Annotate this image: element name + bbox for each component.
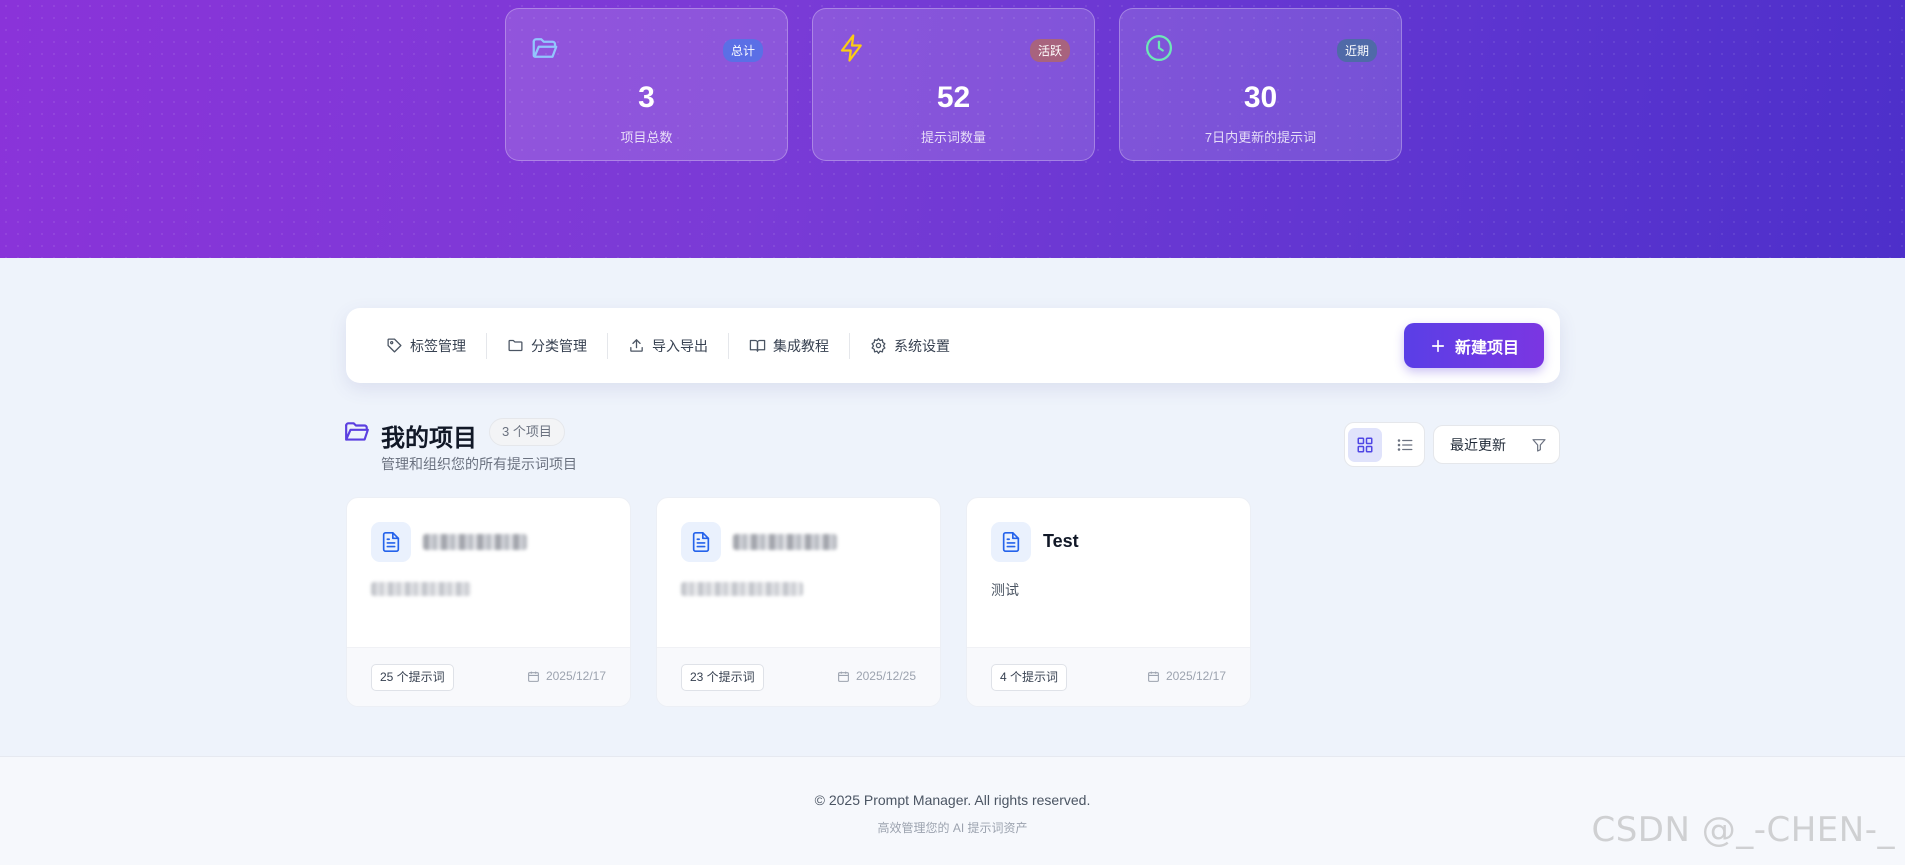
calendar-icon <box>838 671 849 682</box>
stat-badge: 近期 <box>1336 39 1377 62</box>
new-project-label: 新建项目 <box>1454 339 1519 357</box>
calendar-icon <box>528 671 539 682</box>
toolbar-item-label: 系统设置 <box>894 337 950 354</box>
prompt-count-tag: 4 个提示词 <box>991 664 1068 691</box>
footer-copyright: © 2025 Prompt Manager. All rights reserv… <box>814 792 1091 808</box>
folder-open-icon <box>532 38 558 58</box>
watermark: CSDN @_-CHEN-_ <box>1591 810 1895 850</box>
gear-icon <box>871 337 886 354</box>
hero-banner: 总计 3 项目总数 活跃 52 提示词数量 近期 30 7日内更新的提示词 <box>0 0 1905 258</box>
document-icon <box>991 522 1031 562</box>
stat-value: 52 <box>936 81 971 114</box>
upload-icon <box>630 339 643 352</box>
list-icon <box>1397 438 1412 451</box>
toolbar-item-tags[interactable]: 标签管理 <box>366 333 486 359</box>
document-icon <box>681 522 721 562</box>
folder-open-icon <box>345 422 369 441</box>
card-description-redacted <box>681 582 803 596</box>
calendar-icon <box>1148 671 1159 682</box>
card-date: 2025/12/25 <box>837 669 916 683</box>
stat-label: 提示词数量 <box>920 130 986 145</box>
stat-badge: 活跃 <box>1029 39 1070 62</box>
filter-icon <box>1532 438 1546 452</box>
stat-card-recent: 近期 30 7日内更新的提示词 <box>1119 8 1402 161</box>
toolbar-item-label: 分类管理 <box>531 337 587 354</box>
prompt-count-tag: 23 个提示词 <box>681 664 764 691</box>
stat-label: 7日内更新的提示词 <box>1204 130 1317 145</box>
toolbar-item-settings[interactable]: 系统设置 <box>849 332 970 359</box>
card-footer: 25 个提示词 2025/12/17 <box>347 647 630 706</box>
card-title-redacted <box>733 534 837 550</box>
plus-icon <box>1431 339 1445 352</box>
new-project-button[interactable]: 新建项目 <box>1404 323 1544 368</box>
toolbar-item-tutorial[interactable]: 集成教程 <box>728 332 849 359</box>
stat-card-prompts: 活跃 52 提示词数量 <box>812 8 1095 161</box>
stats-row: 总计 3 项目总数 活跃 52 提示词数量 近期 30 7日内更新的提示词 <box>505 8 1402 161</box>
folder-icon <box>508 339 523 352</box>
project-grid: 25 个提示词 2025/12/17 23 个提示词 2025/12/25 Te… <box>346 497 1251 707</box>
prompt-count-tag: 25 个提示词 <box>371 664 454 691</box>
card-description: 测试 <box>991 582 1019 598</box>
stat-label: 项目总数 <box>620 130 673 145</box>
card-date-value: 2025/12/17 <box>545 669 606 683</box>
card-date-value: 2025/12/17 <box>1165 669 1226 683</box>
stat-badge: 总计 <box>722 39 763 62</box>
document-icon <box>371 522 411 562</box>
project-card[interactable]: 23 个提示词 2025/12/25 <box>656 497 941 707</box>
project-card[interactable]: Test 测试 4 个提示词 2025/12/17 <box>966 497 1251 707</box>
project-count-badge: 3 个项目 <box>489 418 565 446</box>
stat-value: 3 <box>638 81 655 114</box>
toolbar-item-import-export[interactable]: 导入导出 <box>607 332 728 359</box>
sort-select[interactable]: 最近更新 <box>1433 425 1560 464</box>
page-subtitle: 管理和组织您的所有提示词项目 <box>381 456 577 472</box>
grid-icon <box>1357 437 1372 452</box>
clock-icon <box>1146 35 1172 61</box>
book-icon <box>749 339 766 352</box>
toolbar-item-label: 导入导出 <box>652 337 708 354</box>
tag-icon <box>387 338 402 353</box>
toolbar-items: 标签管理 分类管理 导入导出 集成教程 系统设置 <box>366 308 970 383</box>
stat-value: 30 <box>1243 81 1278 114</box>
grid-view-button[interactable] <box>1347 427 1382 462</box>
card-date-value: 2025/12/25 <box>855 669 916 683</box>
sort-value: 最近更新 <box>1450 436 1506 453</box>
toolbar-item-label: 集成教程 <box>773 337 829 354</box>
card-description-redacted <box>371 582 471 596</box>
toolbar: 标签管理 分类管理 导入导出 集成教程 系统设置 新建项目 <box>346 308 1560 383</box>
view-toggle <box>1344 422 1425 467</box>
toolbar-item-label: 标签管理 <box>410 337 466 354</box>
list-view-button[interactable] <box>1388 428 1422 462</box>
card-footer: 4 个提示词 2025/12/17 <box>967 647 1250 706</box>
page-title: 我的项目 <box>381 425 477 452</box>
card-footer: 23 个提示词 2025/12/25 <box>657 647 940 706</box>
stat-card-projects: 总计 3 项目总数 <box>505 8 788 161</box>
toolbar-item-categories[interactable]: 分类管理 <box>486 332 607 359</box>
card-date: 2025/12/17 <box>527 669 606 683</box>
card-date: 2025/12/17 <box>1147 669 1226 683</box>
lightning-icon <box>840 34 862 62</box>
card-title-redacted <box>423 534 527 550</box>
project-card[interactable]: 25 个提示词 2025/12/17 <box>346 497 631 707</box>
card-title: Test <box>1043 531 1079 551</box>
